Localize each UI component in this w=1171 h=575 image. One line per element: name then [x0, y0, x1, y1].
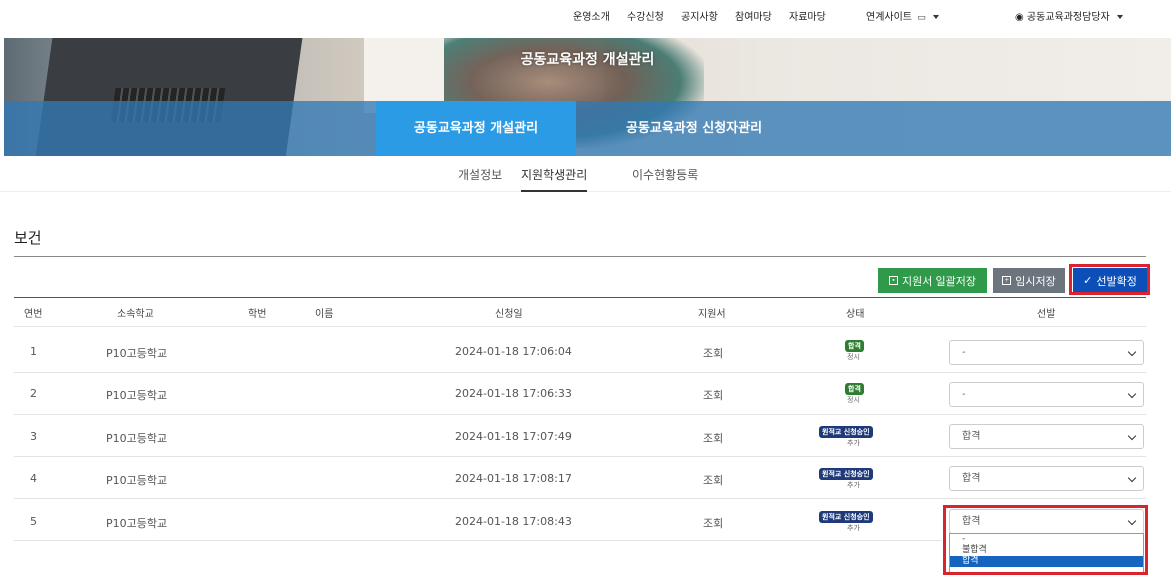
column-header-status: 상태: [846, 309, 865, 320]
sub-tab-bar: 개설정보 지원학생관리 이수현황등록: [0, 160, 1171, 192]
nav-item-resources[interactable]: 자료마당: [789, 8, 826, 23]
cell-date: 2024-01-18 17:06:04: [455, 345, 572, 358]
status-sub-label: 정시: [847, 396, 860, 404]
user-circle-icon: ◉: [1015, 12, 1024, 23]
save-all-applications-button[interactable]: ▪ 지원서 일괄저장: [878, 268, 987, 293]
cell-school: P10고등학교: [106, 389, 168, 402]
chevron-down-icon: [1127, 473, 1137, 483]
hero-banner: 공동교육과정 개설관리 공동교육과정 개설관리 공동교육과정 신청자관리: [4, 38, 1171, 156]
selection-value: 합격: [962, 473, 981, 484]
status-badge: 합격: [845, 340, 864, 352]
cell-no: 4: [30, 472, 37, 485]
banner-tab-bar: 공동교육과정 개설관리 공동교육과정 신청자관리: [4, 101, 1171, 156]
selection-dropdown[interactable]: -: [949, 340, 1144, 365]
top-navigation: 운영소개 수강신청 공지사항 참여마당 자료마당 연계사이트 ▭ ◉ 공동교육과…: [0, 0, 1171, 30]
view-application-link[interactable]: 조회: [703, 430, 723, 446]
status-badge: 원적교 신청승인: [819, 511, 873, 523]
row-divider: [14, 326, 1146, 327]
highlight-box-confirm: [1069, 264, 1150, 295]
table-header-top-border: [14, 297, 1146, 298]
row-divider: [14, 540, 942, 541]
save-box-icon: ▪: [889, 276, 899, 285]
banner-title: 공동교육과정 개설관리: [520, 52, 655, 68]
row-divider: [14, 414, 1146, 415]
cell-date: 2024-01-18 17:08:43: [455, 515, 572, 528]
subtab-student-management[interactable]: 지원학생관리: [521, 166, 588, 192]
selection-dropdown[interactable]: 합격: [949, 466, 1144, 491]
chevron-down-icon: [1116, 15, 1123, 19]
view-application-link[interactable]: 조회: [703, 472, 723, 488]
temp-save-button[interactable]: + 임시저장: [993, 268, 1065, 293]
cell-school: P10고등학교: [106, 347, 168, 360]
nav-item-about[interactable]: 운영소개: [573, 8, 610, 23]
chevron-down-icon: [1127, 389, 1137, 399]
user-name: 공동교육과정담당자: [1026, 12, 1110, 23]
selection-value: 합격: [962, 431, 981, 442]
selection-dropdown[interactable]: -: [949, 382, 1144, 407]
cell-date: 2024-01-18 17:06:33: [455, 387, 572, 400]
nav-item-related-sites[interactable]: 연계사이트 ▭: [866, 8, 939, 23]
selection-value: -: [962, 389, 966, 400]
cell-no: 2: [30, 387, 37, 400]
highlight-box-dropdown: [943, 505, 1148, 575]
view-application-link[interactable]: 조회: [703, 345, 723, 361]
cell-no: 1: [30, 345, 37, 358]
status-badge: 원적교 신청승인: [819, 426, 873, 438]
save-all-label: 지원서 일괄저장: [902, 275, 976, 288]
row-divider: [14, 372, 1146, 373]
column-header-form: 지원서: [698, 309, 726, 320]
selection-value: -: [962, 347, 966, 358]
cell-no: 5: [30, 515, 37, 528]
nav-item-notice[interactable]: 공지사항: [681, 8, 718, 23]
view-application-link[interactable]: 조회: [703, 515, 723, 531]
related-sites-label: 연계사이트: [866, 12, 912, 23]
status-sub-label: 추가: [847, 481, 860, 489]
title-divider: [14, 256, 1146, 257]
chevron-down-icon: [1127, 431, 1137, 441]
column-header-name: 이름: [315, 309, 334, 320]
cell-no: 3: [30, 430, 37, 443]
view-application-link[interactable]: 조회: [703, 387, 723, 403]
chevron-down-icon: [1127, 347, 1137, 357]
row-divider: [14, 456, 1146, 457]
status-sub-label: 추가: [847, 439, 860, 447]
status-badge: 원적교 신청승인: [819, 468, 873, 480]
chevron-down-icon: [932, 15, 939, 19]
cell-school: P10고등학교: [106, 474, 168, 487]
column-header-school: 소속학교: [117, 309, 154, 320]
temp-save-label: 임시저장: [1015, 275, 1056, 288]
selection-dropdown[interactable]: 합격: [949, 424, 1144, 449]
status-sub-label: 추가: [847, 524, 860, 532]
status-sub-label: 정시: [847, 353, 860, 361]
nav-item-enroll[interactable]: 수강신청: [627, 8, 664, 23]
window-icon: ▭: [917, 13, 926, 23]
cell-school: P10고등학교: [106, 432, 168, 445]
user-menu[interactable]: ◉ 공동교육과정담당자: [1015, 8, 1123, 23]
column-header-selection: 선발: [1037, 309, 1056, 320]
subtab-course-info[interactable]: 개설정보: [458, 166, 502, 192]
nav-item-participation[interactable]: 참여마당: [735, 8, 772, 23]
status-badge: 합격: [845, 383, 864, 395]
tab-course-management[interactable]: 공동교육과정 개설관리: [376, 101, 576, 156]
cell-date: 2024-01-18 17:08:17: [455, 472, 572, 485]
page-title: 보건: [14, 229, 42, 247]
plus-box-icon: +: [1002, 276, 1012, 285]
subtab-completion-status[interactable]: 이수현황등록: [632, 166, 698, 192]
cell-school: P10고등학교: [106, 517, 168, 530]
column-header-no: 연번: [24, 309, 43, 320]
tab-applicant-management[interactable]: 공동교육과정 신청자관리: [594, 101, 794, 156]
cell-date: 2024-01-18 17:07:49: [455, 430, 572, 443]
column-header-date: 신청일: [495, 309, 523, 320]
column-header-student-id: 학번: [248, 309, 267, 320]
row-divider: [14, 498, 1146, 499]
